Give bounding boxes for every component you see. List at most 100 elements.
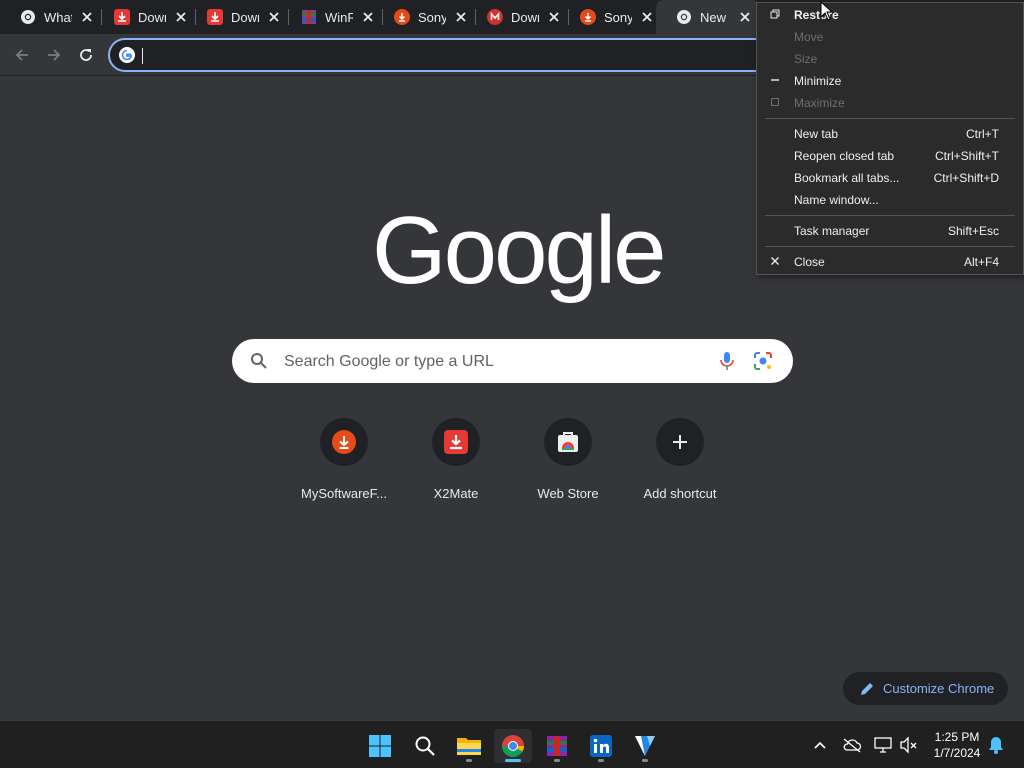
customize-chrome-button[interactable]: Customize Chrome (843, 672, 1008, 705)
menu-item-move: Move (757, 26, 1023, 48)
shortcut-tile (320, 418, 368, 466)
tab-title: WhatsApp (44, 9, 72, 25)
shortcut-tile (656, 418, 704, 466)
taskbar-search-button[interactable] (406, 729, 444, 763)
search-icon (415, 736, 435, 756)
close-icon[interactable] (639, 9, 655, 25)
arrow-right-icon (48, 49, 61, 61)
windows-start-icon (369, 735, 391, 757)
menu-label: Bookmark all tabs... (794, 171, 900, 185)
clock-time: 1:25 PM (934, 730, 980, 744)
taskbar-winrar[interactable] (538, 729, 576, 763)
menu-label: Size (794, 52, 818, 66)
menu-separator (765, 118, 1015, 119)
shortcut-web-store[interactable]: Web Store (512, 414, 624, 510)
tab-winrar[interactable]: WinRAR (281, 0, 383, 34)
winrar-icon (301, 9, 317, 25)
tab-whatsapp[interactable]: WhatsApp (0, 0, 102, 34)
taskbar-file-explorer[interactable] (450, 729, 488, 763)
close-icon[interactable] (737, 9, 753, 25)
tab-title: Download (511, 9, 539, 25)
download-orange-icon (580, 9, 596, 25)
cloud-offline-icon (843, 738, 862, 753)
reload-icon (80, 49, 92, 61)
menu-item-task-manager[interactable]: Task manager Shift+Esc (757, 220, 1023, 242)
download-red-icon (444, 430, 468, 454)
maximize-icon (770, 97, 780, 109)
back-button[interactable] (9, 42, 35, 68)
google-lens-icon[interactable] (753, 351, 773, 371)
tray-overflow-button[interactable] (810, 735, 830, 755)
shortcut-label: Web Store (537, 486, 599, 501)
menu-item-size: Size (757, 48, 1023, 70)
chrome-icon (676, 9, 692, 25)
search-placeholder: Search Google or type a URL (284, 353, 494, 370)
download-orange-icon (332, 430, 356, 454)
webstore-icon (558, 432, 578, 452)
pencil-icon (859, 681, 875, 697)
download-orange-icon (394, 9, 410, 25)
network-icon (874, 737, 892, 753)
onedrive-status[interactable] (842, 735, 862, 755)
tab-sony-2[interactable]: Sony (560, 0, 662, 34)
tab-download-1[interactable]: Download (94, 0, 196, 34)
menu-item-close[interactable]: Close Alt+F4 (757, 251, 1023, 273)
menu-item-minimize[interactable]: Minimize (757, 70, 1023, 92)
start-button[interactable] (361, 729, 399, 763)
menu-label: Name window... (794, 193, 879, 207)
window-system-menu: Restore Move Size Minimize Maximize New … (756, 2, 1024, 275)
app-icon (635, 736, 655, 756)
winrar-icon (547, 736, 567, 756)
tab-title: Download (138, 9, 166, 25)
running-indicator (598, 759, 604, 762)
close-icon[interactable] (79, 9, 95, 25)
customize-label: Customize Chrome (883, 681, 995, 696)
taskbar-chrome[interactable] (494, 729, 532, 763)
bell-icon (989, 737, 1003, 754)
notifications-button[interactable] (986, 735, 1006, 755)
menu-item-bookmark-all-tabs[interactable]: Bookmark all tabs... Ctrl+Shift+D (757, 167, 1023, 189)
clock-date: 1/7/2024 (933, 746, 981, 760)
close-icon[interactable] (266, 9, 282, 25)
shortcut-x2mate[interactable]: X2Mate (400, 414, 512, 510)
taskbar-app[interactable] (626, 729, 664, 763)
menu-shortcut: Ctrl+Shift+D (933, 171, 999, 185)
speaker-muted-icon (900, 736, 917, 754)
tab-download-mega[interactable]: Download (467, 0, 569, 34)
shortcut-tile (544, 418, 592, 466)
menu-item-name-window[interactable]: Name window... (757, 189, 1023, 211)
chevron-up-icon (814, 741, 826, 749)
shortcut-tile (432, 418, 480, 466)
taskbar: 1:25 PM 1/7/2024 (0, 720, 1024, 768)
search-box[interactable]: Search Google or type a URL (232, 339, 793, 383)
menu-item-maximize: Maximize (757, 92, 1023, 114)
chrome-icon (20, 9, 36, 25)
address-input[interactable] (142, 45, 742, 65)
restore-icon (770, 9, 780, 21)
tab-title: WinRAR (325, 9, 353, 25)
system-clock[interactable]: 1:25 PM 1/7/2024 (924, 729, 990, 761)
chrome-icon (502, 735, 524, 757)
reload-button[interactable] (73, 42, 99, 68)
mega-icon (487, 9, 503, 25)
network-status[interactable] (873, 735, 893, 755)
forward-button[interactable] (41, 42, 67, 68)
shortcut-label: Add shortcut (643, 486, 717, 501)
menu-item-new-tab[interactable]: New tab Ctrl+T (757, 123, 1023, 145)
tab-new-tab[interactable]: New Tab (656, 0, 760, 34)
running-indicator (466, 759, 472, 762)
google-g-icon (119, 47, 135, 63)
shortcut-add[interactable]: Add shortcut (624, 414, 736, 510)
address-bar[interactable] (108, 38, 808, 72)
running-indicator (505, 759, 521, 762)
menu-item-restore[interactable]: Restore (757, 4, 1023, 26)
menu-label: Task manager (794, 224, 870, 238)
volume-status[interactable] (899, 735, 919, 755)
taskbar-linkedin[interactable] (582, 729, 620, 763)
tab-download-2[interactable]: Download (187, 0, 289, 34)
tab-sony-1[interactable]: Sony (374, 0, 476, 34)
menu-shortcut: Ctrl+T (966, 127, 999, 141)
microphone-icon[interactable] (718, 351, 736, 371)
shortcut-mysoftware[interactable]: MySoftwareF... (288, 414, 400, 510)
menu-item-reopen-closed-tab[interactable]: Reopen closed tab Ctrl+Shift+T (757, 145, 1023, 167)
